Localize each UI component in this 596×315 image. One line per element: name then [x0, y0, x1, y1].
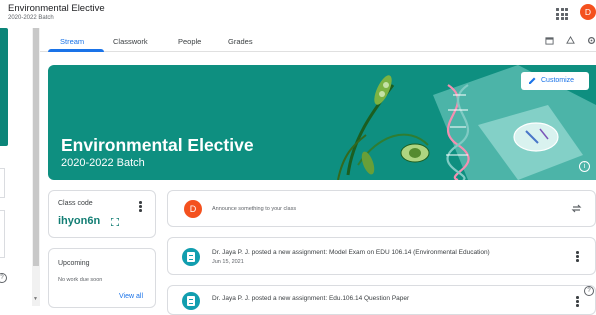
side-card — [0, 210, 5, 258]
class-code-card: Class code ihyon6n — [48, 190, 156, 238]
scrollbar-thumb[interactable] — [33, 28, 39, 266]
side-class-card[interactable] — [0, 28, 8, 146]
stream-item[interactable]: Dr. Jaya P. J. posted a new assignment: … — [167, 237, 596, 275]
class-code-title: Class code — [58, 200, 93, 207]
fullscreen-icon[interactable] — [111, 218, 119, 226]
tab-bar: Stream Classwork People Grades — [40, 28, 596, 52]
settings-icon[interactable] — [587, 36, 596, 45]
class-code-value: ihyon6n — [58, 215, 101, 227]
banner-subtitle: 2020-2022 Batch — [61, 157, 145, 169]
more-options-icon[interactable] — [139, 201, 142, 213]
tab-classwork[interactable]: Classwork — [113, 37, 148, 46]
stream-item-title: Dr. Jaya P. J. posted a new assignment: … — [212, 295, 410, 302]
user-avatar: D — [184, 200, 202, 218]
drive-folder-icon[interactable] — [566, 36, 575, 45]
upcoming-empty-text: No work due soon — [58, 277, 103, 283]
side-card — [0, 168, 5, 198]
tab-people[interactable]: People — [178, 37, 201, 46]
help-icon[interactable]: ? — [584, 286, 594, 296]
stream-item-date: Jun 15, 2021 — [212, 259, 244, 265]
info-icon[interactable]: i — [579, 161, 590, 172]
tab-stream[interactable]: Stream — [60, 37, 84, 46]
stream-item[interactable]: Dr. Jaya P. J. posted a new assignment: … — [167, 285, 596, 315]
calendar-icon[interactable] — [545, 36, 554, 45]
more-options-icon[interactable] — [576, 296, 579, 308]
pencil-icon — [529, 77, 536, 84]
tab-grades[interactable]: Grades — [228, 37, 253, 46]
help-icon[interactable]: ? — [0, 273, 7, 283]
stream-item-title: Dr. Jaya P. J. posted a new assignment: … — [212, 249, 490, 256]
announce-placeholder[interactable]: Announce something to your class — [212, 206, 296, 212]
repost-icon[interactable] — [571, 203, 582, 214]
more-options-icon[interactable] — [576, 251, 579, 263]
left-panel: ? ▼ — [0, 28, 40, 306]
announce-box[interactable]: D Announce something to your class — [167, 190, 596, 227]
view-all-link[interactable]: View all — [119, 293, 143, 300]
upcoming-card: Upcoming No work due soon View all — [48, 248, 156, 308]
class-subtitle: 2020-2022 Batch — [8, 15, 54, 21]
apps-grid-icon[interactable] — [556, 8, 568, 20]
account-avatar[interactable]: D — [580, 4, 596, 20]
assignment-icon — [182, 248, 200, 266]
active-tab-indicator — [48, 49, 104, 52]
assignment-icon — [182, 292, 200, 310]
upcoming-title: Upcoming — [58, 260, 90, 267]
class-title[interactable]: Environmental Elective — [8, 3, 105, 14]
banner-title: Environmental Elective — [61, 135, 254, 155]
customize-label: Customize — [541, 77, 575, 84]
class-banner: Environmental Elective 2020-2022 Batch C… — [48, 65, 596, 180]
top-bar: Environmental Elective 2020-2022 Batch D — [0, 0, 596, 28]
scroll-down-arrow[interactable]: ▼ — [33, 296, 38, 302]
customize-button[interactable]: Customize — [521, 72, 589, 90]
